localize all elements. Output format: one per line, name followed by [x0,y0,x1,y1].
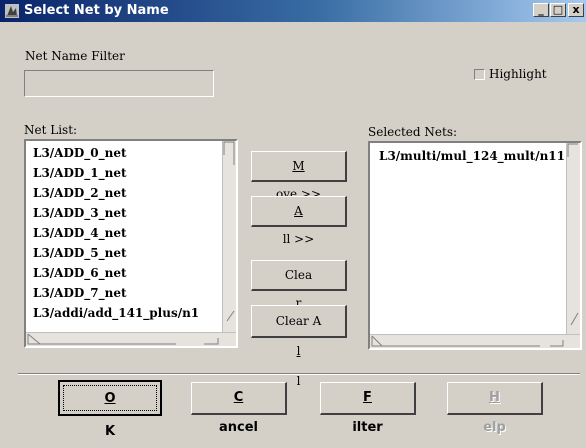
clear-pre: Clea [284,268,313,282]
all-mnemonic: A [294,204,303,218]
filter-post: ilter [352,420,383,435]
clearall-pre: Clear A [275,314,322,328]
list-item[interactable]: L3/ADD_2_net [33,186,127,200]
cancel-button[interactable]: Cancel [191,382,287,435]
scroll-arrows-icon [567,143,579,326]
net-list-box[interactable]: L3/ADD_0_net L3/ADD_1_net L3/ADD_2_net L… [24,139,238,348]
scroll-arrows-icon [223,141,235,322]
window-title: Select Net by Name [24,3,169,18]
selected-nets-label: Selected Nets: [368,125,458,139]
highlight-label: Highlight [489,67,547,81]
selected-nets-box[interactable]: L3/multi/mul_124_mult/n111 [368,141,582,350]
scroll-arrows-icon [371,335,564,347]
ok-mnemonic: O [104,391,116,406]
maximize-button[interactable]: □ [550,3,566,17]
title-bar[interactable]: Select Net by Name _ □ x [0,0,586,22]
cancel-mnemonic: C [233,390,244,405]
filter-label: Net Name Filter [25,49,125,63]
net-list-label: Net List: [24,123,78,137]
help-button[interactable]: Help [447,382,543,435]
filter-button-label: Filter [321,383,414,443]
move-mnemonic: M [292,159,305,173]
list-item[interactable]: L3/ADD_7_net [33,286,127,300]
all-post: ll >> [282,232,315,246]
help-post: elp [483,420,506,435]
app-icon [5,4,19,18]
list-item[interactable]: L3/ADD_6_net [33,266,127,280]
list-item[interactable]: L3/ADD_4_net [33,226,127,240]
selected-nets-hscroll[interactable] [370,334,580,348]
select-net-dialog: Select Net by Name _ □ x Net Name Filter… [0,0,586,439]
filter-button[interactable]: Filter [320,382,416,435]
list-item[interactable]: L3/addi/add_141_plus/n1 [33,306,199,320]
ok-post: K [104,424,116,439]
clear-all-button[interactable]: Clear All [251,305,347,388]
cancel-post: ancel [218,420,258,435]
filter-mnemonic: F [363,390,372,405]
clearall-mnemonic: l [296,344,301,358]
list-item[interactable]: L3/ADD_0_net [33,146,127,160]
move-button[interactable]: Move >> [251,151,347,201]
ok-button-label: OK [60,382,160,448]
list-item[interactable]: L3/multi/mul_124_mult/n111 [379,149,573,163]
list-item[interactable]: L3/ADD_3_net [33,206,127,220]
highlight-checkbox[interactable] [474,69,485,80]
scroll-arrows-icon [27,333,219,345]
help-button-label: Help [448,383,541,443]
minimize-button[interactable]: _ [533,3,549,17]
net-list-vscroll[interactable] [222,141,236,332]
ok-button[interactable]: OK [58,380,162,439]
list-item[interactable]: L3/ADD_1_net [33,166,127,180]
filter-input[interactable] [24,70,214,97]
net-list-hscroll[interactable] [26,332,236,346]
close-button[interactable]: x [568,3,584,17]
help-mnemonic: H [489,390,500,405]
clear-button[interactable]: Clea r [251,260,347,310]
cancel-button-label: Cancel [192,383,285,443]
selected-nets-vscroll[interactable] [566,143,580,334]
all-button[interactable]: All >> [251,196,347,246]
list-item[interactable]: L3/ADD_5_net [33,246,127,260]
all-button-label: All >> [252,197,345,253]
separator [18,373,580,375]
